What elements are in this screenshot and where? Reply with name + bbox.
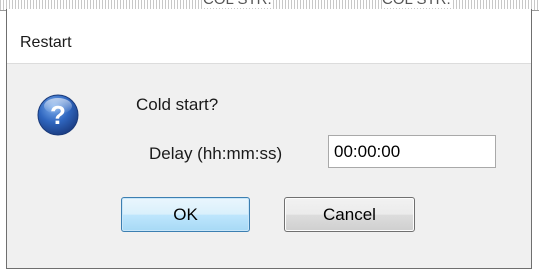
cancel-button-label: Cancel xyxy=(323,204,376,224)
background-column-label: COL STR. xyxy=(382,0,451,8)
ok-button-label: OK xyxy=(173,204,198,224)
background-column-label: COL STR. xyxy=(203,0,272,8)
dialog-message: Cold start? xyxy=(136,95,219,114)
dialog-title: Restart xyxy=(20,34,72,51)
delay-input[interactable] xyxy=(328,135,496,168)
svg-text:?: ? xyxy=(50,100,66,130)
ok-button[interactable]: OK xyxy=(121,197,250,232)
question-icon: ? xyxy=(37,94,79,136)
delay-label: Delay (hh:mm:ss) xyxy=(149,144,283,163)
dialog-titlebar[interactable]: Restart xyxy=(7,9,531,64)
restart-dialog: Restart ? Cold start? Delay (hh:mm:ss) O… xyxy=(6,9,532,269)
cancel-button[interactable]: Cancel xyxy=(284,197,415,232)
